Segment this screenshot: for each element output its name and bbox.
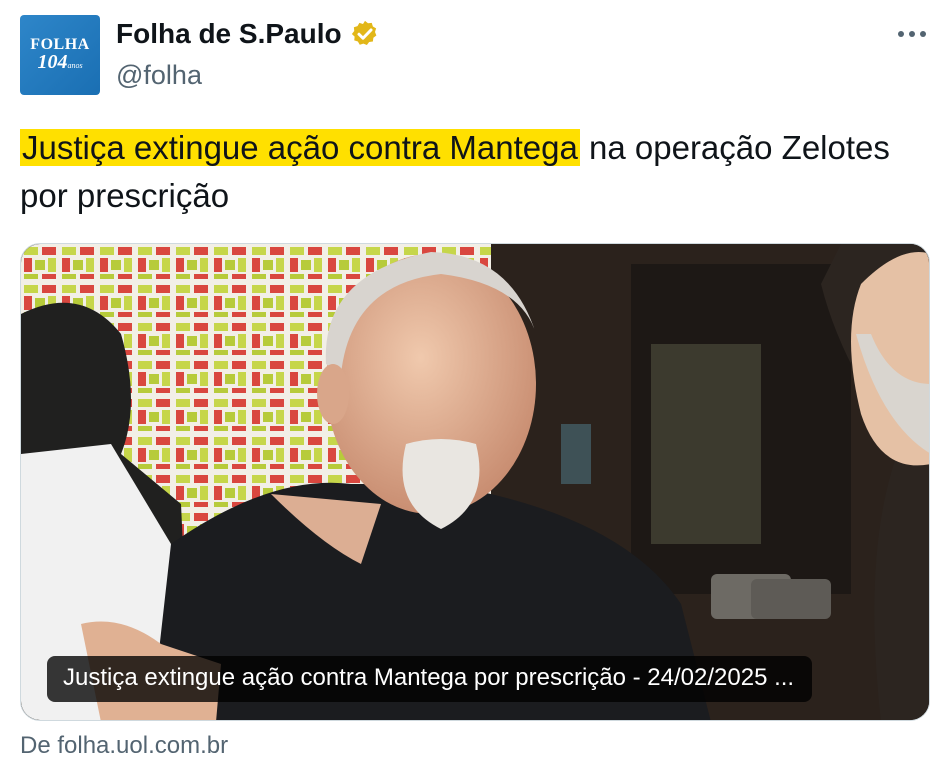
card-caption: Justiça extingue ação contra Mantega por… [47,656,813,702]
tweet-text: Justiça extingue ação contra Mantega na … [20,124,920,220]
highlighted-headline: Justiça extingue ação contra Mantega [20,129,580,166]
avatar-anniversary-text: 104anos [37,51,83,73]
account-handle[interactable]: @folha [116,60,202,91]
display-name[interactable]: Folha de S.Paulo [116,18,342,50]
more-dot [898,31,904,37]
gold-verified-badge-icon[interactable] [350,19,380,49]
more-options-icon[interactable] [894,22,930,46]
card-source-link[interactable]: De folha.uol.com.br [20,732,228,760]
more-dot [909,31,915,37]
account-avatar[interactable]: FOLHA 104anos [20,15,100,95]
more-dot [920,31,926,37]
name-row: Folha de S.Paulo [116,18,380,50]
article-photo [21,244,929,720]
link-card[interactable]: Justiça extingue ação contra Mantega por… [20,243,930,721]
